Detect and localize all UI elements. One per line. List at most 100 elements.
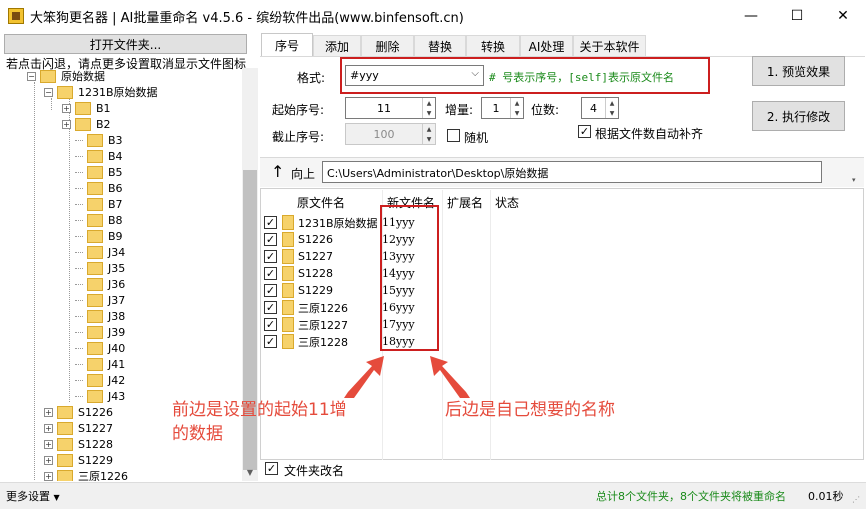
tab-2[interactable]: 删除	[361, 35, 414, 57]
tree-connector	[75, 315, 83, 317]
tree-node-child[interactable]: J42	[75, 372, 125, 388]
expand-icon[interactable]: +	[44, 455, 53, 465]
tree-node-child[interactable]: B6	[75, 180, 123, 196]
preview-button[interactable]: 1. 预览效果	[752, 56, 845, 86]
annotation-left-line1: 前边是设置的起始11增	[172, 400, 347, 420]
row-checkbox[interactable]: ✓	[264, 284, 277, 297]
row-checkbox[interactable]: ✓	[264, 301, 277, 314]
orig-name: S1229	[298, 284, 333, 297]
tree-node-child[interactable]: J37	[75, 292, 125, 308]
row-checkbox[interactable]: ✓	[264, 318, 277, 331]
tree-connector	[75, 171, 83, 173]
tree-node-sibling[interactable]: + 三原1226	[44, 468, 128, 481]
tree-node-child[interactable]: J34	[75, 244, 125, 260]
path-input[interactable]: C:\Users\Administrator\Desktop\原始数据	[322, 161, 822, 183]
resize-grip-icon[interactable]: ⋰	[852, 495, 860, 504]
tree-node-child[interactable]: J39	[75, 324, 125, 340]
more-settings-button[interactable]: 更多设置 ▼	[6, 488, 60, 504]
tab-4[interactable]: 转换	[466, 35, 520, 57]
tree-node-child[interactable]: J35	[75, 260, 125, 276]
tab-0[interactable]: 序号	[261, 33, 313, 57]
folder-icon	[87, 277, 103, 291]
open-folder-button[interactable]: 打开文件夹...	[4, 34, 247, 54]
tree-node-child[interactable]: J41	[75, 356, 125, 372]
tree-node-child[interactable]: B5	[75, 164, 123, 180]
tree-node-child[interactable]: J40	[75, 340, 125, 356]
column-header[interactable]: 原文件名	[297, 194, 345, 211]
start-spinner[interactable]: 11 ▲ ▼	[345, 97, 436, 119]
tree-node-child[interactable]: B4	[75, 148, 123, 164]
tree-node-child[interactable]: B3	[75, 132, 123, 148]
increment-spinner[interactable]: 1 ▲ ▼	[481, 97, 524, 119]
tree-node-sibling[interactable]: + S1227	[44, 420, 113, 436]
arrow-up-icon[interactable]: ↑	[271, 162, 284, 181]
tree-node-label: B3	[108, 133, 123, 147]
collapse-icon[interactable]: −	[27, 71, 36, 81]
expand-icon[interactable]: +	[62, 119, 71, 129]
spinner-arrows-icon[interactable]: ▲ ▼	[422, 124, 435, 144]
column-header[interactable]: 状态	[495, 194, 519, 211]
tab-3[interactable]: 替换	[414, 35, 466, 57]
rename-folder-checkbox[interactable]: ✓	[265, 462, 278, 475]
end-spinner[interactable]: 100 ▲ ▼	[345, 123, 436, 145]
spinner-arrows-icon[interactable]: ▲ ▼	[510, 98, 523, 118]
row-checkbox[interactable]: ✓	[264, 267, 277, 280]
folder-icon	[87, 197, 103, 211]
random-label: 随机	[464, 131, 489, 145]
tree-node-label: B1	[96, 101, 111, 115]
start-value: 11	[377, 101, 391, 115]
tree-node-child[interactable]: B8	[75, 212, 123, 228]
row-checkbox[interactable]: ✓	[264, 233, 277, 246]
tree-node-child[interactable]: J38	[75, 308, 125, 324]
tree-node-sibling[interactable]: + S1229	[44, 452, 113, 468]
minimize-button[interactable]: —	[728, 0, 774, 32]
tree-node-sibling[interactable]: + S1226	[44, 404, 113, 420]
dropdown-icon[interactable]: ▾	[852, 176, 856, 184]
tree-node-child[interactable]: B7	[75, 196, 123, 212]
tree-node-sub[interactable]: − 1231B原始数据	[44, 84, 158, 100]
close-button[interactable]: ✕	[820, 0, 866, 32]
tree-connector	[75, 203, 83, 205]
tree-node-label: J36	[108, 277, 126, 291]
tree-connector	[75, 235, 83, 237]
row-checkbox[interactable]: ✓	[264, 335, 277, 348]
tab-5[interactable]: AI处理	[520, 35, 573, 57]
tree-node-child[interactable]: + B2	[62, 116, 111, 132]
tree-node-child[interactable]: J43	[75, 388, 125, 404]
spinner-arrows-icon[interactable]: ▲ ▼	[605, 98, 618, 118]
folder-icon	[87, 293, 103, 307]
folder-icon	[87, 149, 103, 163]
digits-spinner[interactable]: 4 ▲ ▼	[581, 97, 619, 119]
tree-node-sibling[interactable]: + S1228	[44, 436, 113, 452]
expand-icon[interactable]: +	[44, 471, 53, 481]
tab-6[interactable]: 关于本软件	[573, 35, 646, 57]
caret-down-icon: ▼	[53, 493, 60, 502]
tree-connector	[75, 363, 83, 365]
start-label: 起始序号:	[272, 103, 325, 117]
tree-connector	[75, 219, 83, 221]
row-checkbox[interactable]: ✓	[264, 250, 277, 263]
tab-1[interactable]: 添加	[313, 35, 361, 57]
orig-name: 三原1226	[298, 301, 348, 315]
autopad-checkbox[interactable]: ✓	[578, 125, 591, 138]
expand-icon[interactable]: +	[44, 439, 53, 449]
tree-node-root[interactable]: − 原始数据	[27, 68, 105, 84]
execute-button[interactable]: 2. 执行修改	[752, 101, 845, 131]
random-checkbox[interactable]	[447, 129, 460, 142]
scroll-down-icon[interactable]: ▼	[242, 464, 258, 480]
tree-scroll-thumb[interactable]	[243, 170, 257, 470]
expand-icon[interactable]: +	[44, 423, 53, 433]
tree-node-child[interactable]: B9	[75, 228, 123, 244]
up-button[interactable]: 向上	[291, 165, 315, 182]
folder-icon	[87, 165, 103, 179]
orig-name: 三原1228	[298, 335, 348, 349]
expand-icon[interactable]: +	[44, 407, 53, 417]
expand-icon[interactable]: +	[62, 103, 71, 113]
spinner-arrows-icon[interactable]: ▲ ▼	[422, 98, 435, 118]
collapse-icon[interactable]: −	[44, 87, 53, 97]
tree-node-child[interactable]: J36	[75, 276, 125, 292]
maximize-button[interactable]: ☐	[774, 0, 820, 32]
tree-node-child[interactable]: + B1	[62, 100, 111, 116]
row-checkbox[interactable]: ✓	[264, 216, 277, 229]
column-header[interactable]: 扩展名	[447, 194, 483, 211]
